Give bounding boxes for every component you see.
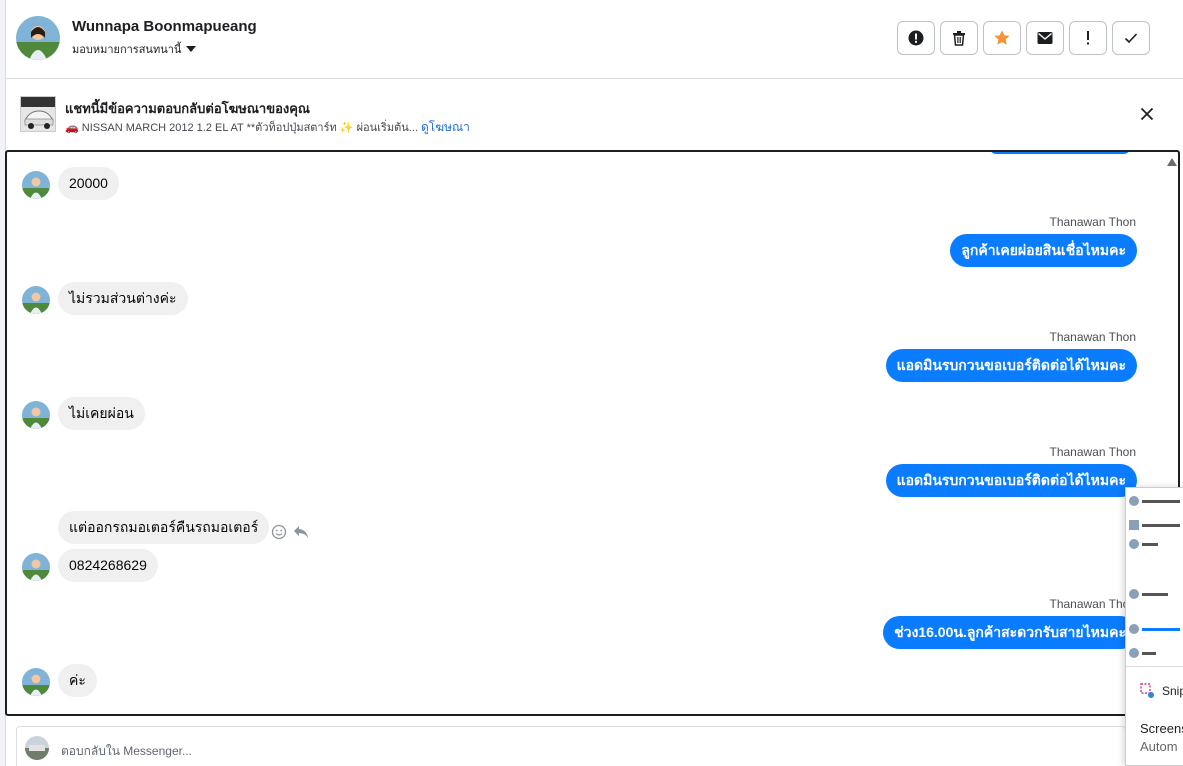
message-actions xyxy=(271,524,309,540)
outgoing-message[interactable]: ช่วง16.00น.ลูกค้าสะดวกรับสายไหมคะ xyxy=(883,616,1137,649)
mail-icon xyxy=(1037,32,1053,44)
assign-label: มอบหมายการสนทนานี้ xyxy=(72,44,182,56)
reply-composer[interactable]: ตอบกลับใน Messenger... xyxy=(16,726,1126,766)
delete-button[interactable] xyxy=(940,21,978,55)
assign-conversation-dropdown[interactable]: มอบหมายการสนทนานี้ xyxy=(72,40,197,58)
incoming-message[interactable]: ไม่เคยผ่อน xyxy=(58,397,145,430)
ad-reply-banner: แชทนี้มีข้อความตอบกลับต่อโฆษณาของคุณ 🚗 N… xyxy=(6,80,1183,150)
outgoing-message[interactable]: แอดมินรบกวนขอเบอร์ติดต่อได้ไหมคะ xyxy=(885,349,1137,382)
overlay-divider xyxy=(1126,666,1183,667)
trash-icon xyxy=(953,31,965,46)
star-icon xyxy=(994,30,1010,45)
view-ad-link[interactable]: ดูโฆษณา xyxy=(421,120,470,134)
message-thread[interactable]: 20000 Thanawan Thon ลูกค้าเคยผ่อยสินเชื่… xyxy=(5,150,1180,716)
ad-thumbnail[interactable] xyxy=(20,96,56,132)
check-icon xyxy=(1124,33,1138,44)
star-button[interactable] xyxy=(983,21,1021,55)
incoming-message[interactable]: ค่ะ xyxy=(58,664,97,697)
sender-name: Thanawan Thon xyxy=(1049,330,1136,344)
mark-spam-button[interactable] xyxy=(897,21,935,55)
sender-name: Thanawan Thon xyxy=(1049,445,1136,459)
screenshot-preview-overlay[interactable]: Snip Screens Autom xyxy=(1125,487,1183,766)
page-avatar xyxy=(25,736,49,760)
incoming-message[interactable]: ไม่รวมส่วนต่างค่ะ xyxy=(58,282,188,315)
contact-avatar-small xyxy=(22,171,50,199)
sender-name: Thanawan Thon xyxy=(1049,597,1136,611)
contact-avatar-small xyxy=(22,286,50,314)
contact-avatar-small xyxy=(22,668,50,696)
contact-name: Wunnapa Boonmapueang xyxy=(72,18,257,35)
close-banner-button[interactable] xyxy=(1137,104,1157,124)
snip-icon xyxy=(1140,683,1154,698)
react-emoji-icon[interactable] xyxy=(271,524,287,540)
reply-input-placeholder: ตอบกลับใน Messenger... xyxy=(61,744,192,758)
incoming-message[interactable]: 20000 xyxy=(58,167,119,200)
contact-avatar-small xyxy=(22,553,50,581)
alert-icon xyxy=(908,30,924,46)
exclamation-icon xyxy=(1087,31,1089,45)
outgoing-message[interactable]: ลูกค้าเคยผ่อยสินเชื่อไหมคะ xyxy=(950,234,1137,267)
mark-done-button[interactable] xyxy=(1112,21,1150,55)
mark-unread-button[interactable] xyxy=(1026,21,1064,55)
incoming-message[interactable]: 0824268629 xyxy=(58,549,158,582)
caret-down-icon xyxy=(186,46,197,52)
overlay-subtitle: Autom xyxy=(1140,739,1178,754)
conversation-header: Wunnapa Boonmapueang มอบหมายการสนทนานี้ xyxy=(6,0,1183,79)
incoming-message[interactable]: แต่ออกรถมอเตอร์คืนรถมอเตอร์ xyxy=(58,511,270,544)
sender-name: Thanawan Thon xyxy=(1049,215,1136,229)
header-actions xyxy=(897,21,1150,55)
ad-banner-title: แชทนี้มีข้อความตอบกลับต่อโฆษณาของคุณ xyxy=(65,101,310,116)
reply-icon[interactable] xyxy=(293,525,309,539)
contact-avatar[interactable] xyxy=(16,16,60,60)
contact-avatar-small xyxy=(22,401,50,429)
previous-message-bubble xyxy=(990,152,1130,154)
ad-description: 🚗 NISSAN MARCH 2012 1.2 EL AT **ตัวท็อปป… xyxy=(65,122,418,134)
scroll-up-arrow-icon[interactable] xyxy=(1167,158,1177,166)
close-icon xyxy=(1140,107,1154,121)
outgoing-message[interactable]: แอดมินรบกวนขอเบอร์ติดต่อได้ไหมคะ xyxy=(885,464,1137,497)
overlay-title: Screens xyxy=(1140,721,1183,736)
snip-tool-label[interactable]: Snip xyxy=(1140,683,1183,699)
ad-banner-subtitle: 🚗 NISSAN MARCH 2012 1.2 EL AT **ตัวท็อปป… xyxy=(65,118,470,137)
follow-up-button[interactable] xyxy=(1069,21,1107,55)
